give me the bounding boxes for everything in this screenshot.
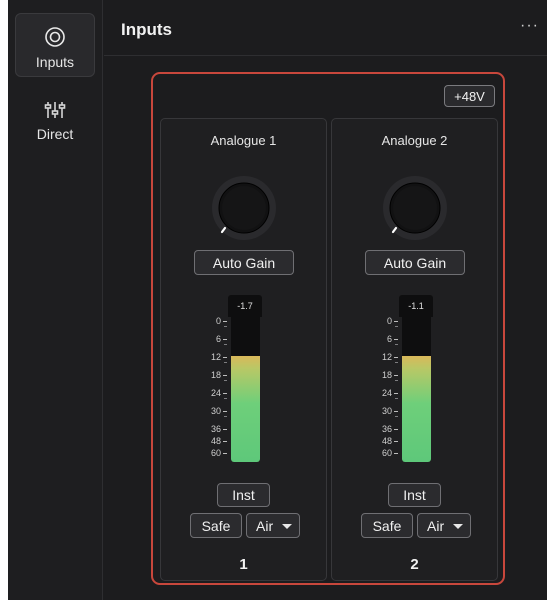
peak-readout: -1.7 — [228, 295, 262, 317]
scale-tick: 48 — [382, 436, 398, 446]
sidebar-item-label: Inputs — [35, 54, 75, 70]
scale-tick: 24 — [382, 388, 398, 398]
scale-tick: 24 — [211, 388, 227, 398]
auto-gain-button[interactable]: Auto Gain — [365, 250, 465, 275]
channel-number: 2 — [410, 556, 419, 573]
scale-tick: 48 — [211, 436, 227, 446]
level-meter — [231, 317, 260, 462]
app-window: Inputs Direct Inputs ··· +48V Analogue 1… — [8, 0, 547, 600]
scale-tick: 6 — [387, 334, 398, 344]
safe-button[interactable]: Safe — [190, 513, 242, 538]
header-bar: Inputs ··· — [104, 0, 547, 56]
air-dropdown[interactable]: Air — [246, 513, 300, 538]
sidebar: Inputs Direct — [8, 0, 103, 600]
sidebar-item-label: Direct — [36, 126, 74, 142]
level-meter — [402, 317, 431, 462]
level-meter-fill — [231, 356, 260, 462]
channel-number: 1 — [239, 556, 248, 573]
meter-scale: 0 6 12 18 24 30 36 48 60 — [191, 316, 227, 462]
scale-tick: 0 — [387, 316, 398, 326]
mixer-sliders-icon — [44, 94, 66, 120]
scale-tick: 36 — [382, 424, 398, 434]
channel-name: Analogue 1 — [210, 133, 277, 148]
scale-tick: 30 — [382, 406, 398, 416]
safe-button[interactable]: Safe — [361, 513, 413, 538]
scale-tick: 30 — [211, 406, 227, 416]
scale-tick: 0 — [216, 316, 227, 326]
peak-readout: -1.1 — [399, 295, 433, 317]
channel-strip-1: Analogue 1 Auto Gain 0 6 12 18 24 30 36 … — [160, 118, 327, 581]
sidebar-item-inputs[interactable]: Inputs — [15, 13, 95, 77]
scale-tick: 36 — [211, 424, 227, 434]
scale-tick: 18 — [382, 370, 398, 380]
scale-tick: 12 — [211, 352, 227, 362]
scale-tick: 18 — [211, 370, 227, 380]
auto-gain-button[interactable]: Auto Gain — [194, 250, 294, 275]
more-options-button[interactable]: ··· — [520, 17, 539, 35]
phantom-power-button[interactable]: +48V — [444, 85, 495, 107]
inst-button[interactable]: Inst — [217, 483, 270, 507]
sidebar-item-direct[interactable]: Direct — [15, 86, 95, 150]
air-dropdown-value: Air — [427, 517, 445, 534]
scale-tick: 60 — [211, 448, 227, 458]
page-title: Inputs — [121, 20, 172, 39]
scale-tick: 6 — [216, 334, 227, 344]
air-dropdown-value: Air — [256, 517, 274, 534]
chevron-down-icon — [453, 524, 463, 529]
chevron-down-icon — [282, 524, 292, 529]
scale-tick: 12 — [382, 352, 398, 362]
level-meter-fill — [402, 356, 431, 462]
gain-knob[interactable] — [382, 175, 448, 241]
inst-button[interactable]: Inst — [388, 483, 441, 507]
air-dropdown[interactable]: Air — [417, 513, 471, 538]
channel-name: Analogue 2 — [381, 133, 448, 148]
channel-strip-2: Analogue 2 Auto Gain 0 6 12 18 24 30 36 … — [331, 118, 498, 581]
gain-knob[interactable] — [211, 175, 277, 241]
input-group-panel: +48V Analogue 1 Auto Gain 0 6 12 18 24 3… — [151, 72, 505, 585]
meter-scale: 0 6 12 18 24 30 36 48 60 — [362, 316, 398, 462]
scale-tick: 60 — [382, 448, 398, 458]
circle-input-icon — [44, 22, 66, 48]
